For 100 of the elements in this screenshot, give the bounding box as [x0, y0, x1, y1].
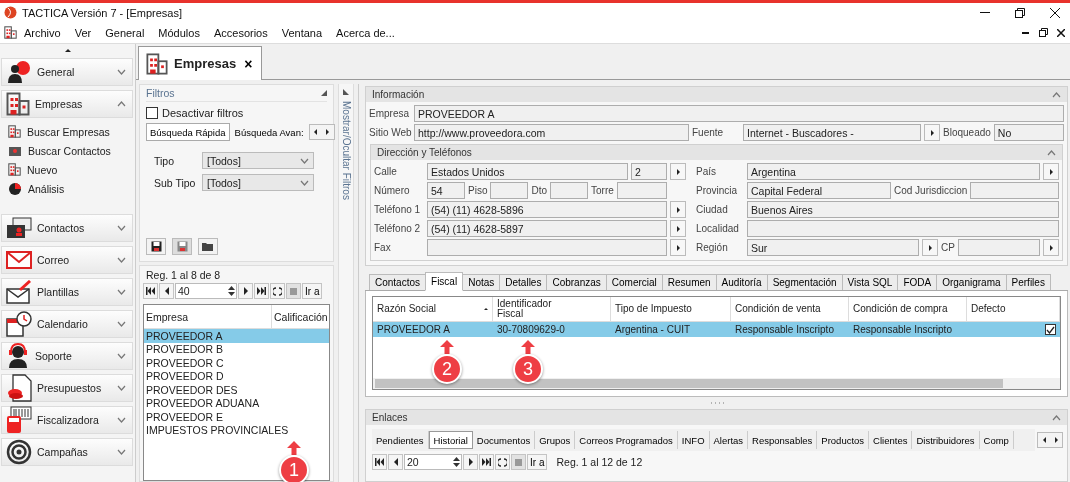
toggle-filters-button[interactable]: Mostrar/Ocultar Filtros [340, 101, 352, 200]
sidebar-group[interactable]: Fiscalizadora [1, 406, 133, 434]
detail-tab[interactable]: Cobranzas [546, 274, 607, 290]
link-tab[interactable]: Distribuidores [912, 431, 980, 449]
scrollbar[interactable] [373, 378, 1060, 389]
text-field[interactable]: Capital Federal [747, 182, 891, 199]
detail-tab[interactable]: Organigrama [936, 274, 1007, 290]
save-as-button[interactable] [172, 238, 192, 255]
menu-item[interactable]: Acerca de... [329, 22, 402, 43]
go-to-button[interactable]: Ir a [302, 283, 323, 299]
open-button[interactable] [198, 238, 218, 255]
sidebar-group[interactable]: Correo [1, 246, 133, 274]
menu-item[interactable]: Accesorios [206, 22, 275, 43]
text-field[interactable] [550, 182, 588, 199]
last-button[interactable] [479, 454, 494, 470]
sidebar-group[interactable]: Campañas [1, 438, 133, 466]
column-header[interactable]: Condición de venta [731, 297, 849, 321]
type-dropdown[interactable]: [Todos] [202, 152, 314, 169]
picker-button[interactable] [670, 239, 686, 256]
detail-tab[interactable]: Auditoría [715, 274, 768, 290]
column-header[interactable]: Calificación [272, 305, 329, 328]
link-tab[interactable]: INFO [677, 431, 710, 449]
sidebar-item[interactable]: Buscar Empresas [0, 122, 135, 141]
sidebar-group[interactable]: Presupuestos [1, 374, 133, 402]
refresh-button[interactable] [495, 454, 510, 470]
detail-tab[interactable]: Perfiles [1005, 274, 1051, 290]
detail-tab[interactable]: Resumen [661, 274, 717, 290]
text-field[interactable]: Internet - Buscadores - [743, 124, 921, 141]
column-header[interactable]: Tipo de Impuesto [611, 297, 731, 321]
text-field[interactable] [490, 182, 529, 199]
text-field[interactable]: (54) (11) 4628-5896 [427, 201, 667, 218]
picker-button[interactable] [1043, 239, 1059, 256]
text-field[interactable]: Estados Unidos [427, 163, 628, 180]
picker-button[interactable] [922, 239, 938, 256]
table-row[interactable]: PROVEEDOR DES [144, 383, 329, 397]
detail-tab[interactable]: Segmentación [766, 274, 843, 290]
table-row[interactable]: PROVEEDOR A [144, 329, 329, 343]
link-tab[interactable]: Responsables [748, 431, 818, 449]
link-tab[interactable]: Grupos [535, 431, 576, 449]
table-row[interactable]: PROVEEDOR D [144, 369, 329, 383]
picker-button[interactable] [1043, 163, 1059, 180]
save-button[interactable] [146, 238, 166, 255]
link-tab[interactable]: Clientes [869, 431, 913, 449]
picker-button[interactable] [924, 124, 940, 141]
last-button[interactable] [254, 283, 269, 299]
sidebar-group[interactable]: Contactos [1, 214, 133, 242]
picker-button[interactable] [670, 220, 686, 237]
link-tab[interactable]: Alertas [709, 431, 749, 449]
text-field[interactable]: Sur [747, 239, 919, 256]
text-field[interactable] [616, 182, 667, 199]
text-field[interactable]: 54 [427, 182, 465, 199]
column-header[interactable]: Defecto [967, 297, 1060, 321]
text-field[interactable]: PROVEEDOR A [414, 105, 1064, 122]
close-tab-button[interactable]: × [242, 55, 255, 72]
menu-item[interactable]: Ventana [274, 22, 330, 43]
column-header[interactable]: Condición de compra [849, 297, 967, 321]
first-button[interactable] [143, 283, 158, 299]
text-field[interactable] [957, 239, 1040, 256]
link-tab[interactable]: Documentos [472, 431, 536, 449]
menu-item[interactable]: General [98, 22, 152, 43]
table-row[interactable]: PROVEEDOR C [144, 356, 329, 370]
document-tab[interactable]: Empresas × [138, 46, 263, 80]
detail-tab[interactable]: Detalles [499, 274, 548, 290]
detail-tab[interactable]: Notas [462, 274, 501, 290]
menu-item[interactable]: Archivo [17, 22, 68, 43]
disable-filters-checkbox[interactable]: Desactivar filtros [146, 107, 327, 119]
picker-button[interactable] [670, 163, 686, 180]
refresh-button[interactable] [270, 283, 285, 299]
link-tab[interactable]: Comp [979, 431, 1014, 449]
link-tab[interactable]: Correos Programados [575, 431, 678, 449]
detail-tab[interactable]: Contactos [369, 274, 427, 290]
previous-button[interactable] [159, 283, 174, 299]
sidebar-group[interactable]: Soporte [1, 342, 133, 370]
table-row[interactable]: PROVEEDOR B [144, 342, 329, 356]
sidebar-group[interactable]: Empresas [1, 90, 133, 118]
detail-tab[interactable]: FODA [897, 274, 938, 290]
table-row[interactable]: PROVEEDOR ADUANA [144, 396, 329, 410]
next-button[interactable] [238, 283, 253, 299]
text-field[interactable]: (54) (11) 4628-5897 [427, 220, 667, 237]
sidebar-item[interactable]: Buscar Contactos [0, 141, 135, 160]
previous-button[interactable] [388, 454, 403, 470]
picker-button[interactable] [670, 201, 686, 218]
text-field[interactable]: No [993, 124, 1064, 141]
sidebar-group[interactable]: General [1, 58, 133, 86]
link-tab[interactable]: Pendientes [372, 431, 429, 449]
type-dropdown[interactable]: [Todos] [202, 174, 314, 191]
sidebar-group[interactable]: Calendario [1, 310, 133, 338]
detail-tab[interactable]: Comercial [605, 274, 663, 290]
text-field[interactable]: Argentina [747, 163, 1040, 180]
column-header[interactable]: Razón Social [373, 297, 493, 321]
default-checkbox[interactable] [1045, 324, 1056, 335]
filter-tab[interactable]: Búsqueda Avan: [231, 123, 307, 141]
detail-tab[interactable]: Vista SQL [841, 274, 899, 290]
detail-tab[interactable]: Fiscal [425, 272, 464, 291]
page-size-field[interactable]: 40 [175, 283, 237, 299]
street-number-field[interactable]: 2 [631, 163, 667, 180]
text-field[interactable] [427, 239, 667, 256]
filter-tab[interactable]: Búsqueda Rápida [146, 123, 230, 141]
column-header[interactable]: Empresa [144, 305, 272, 328]
sidebar-item[interactable]: Nuevo [0, 160, 135, 179]
